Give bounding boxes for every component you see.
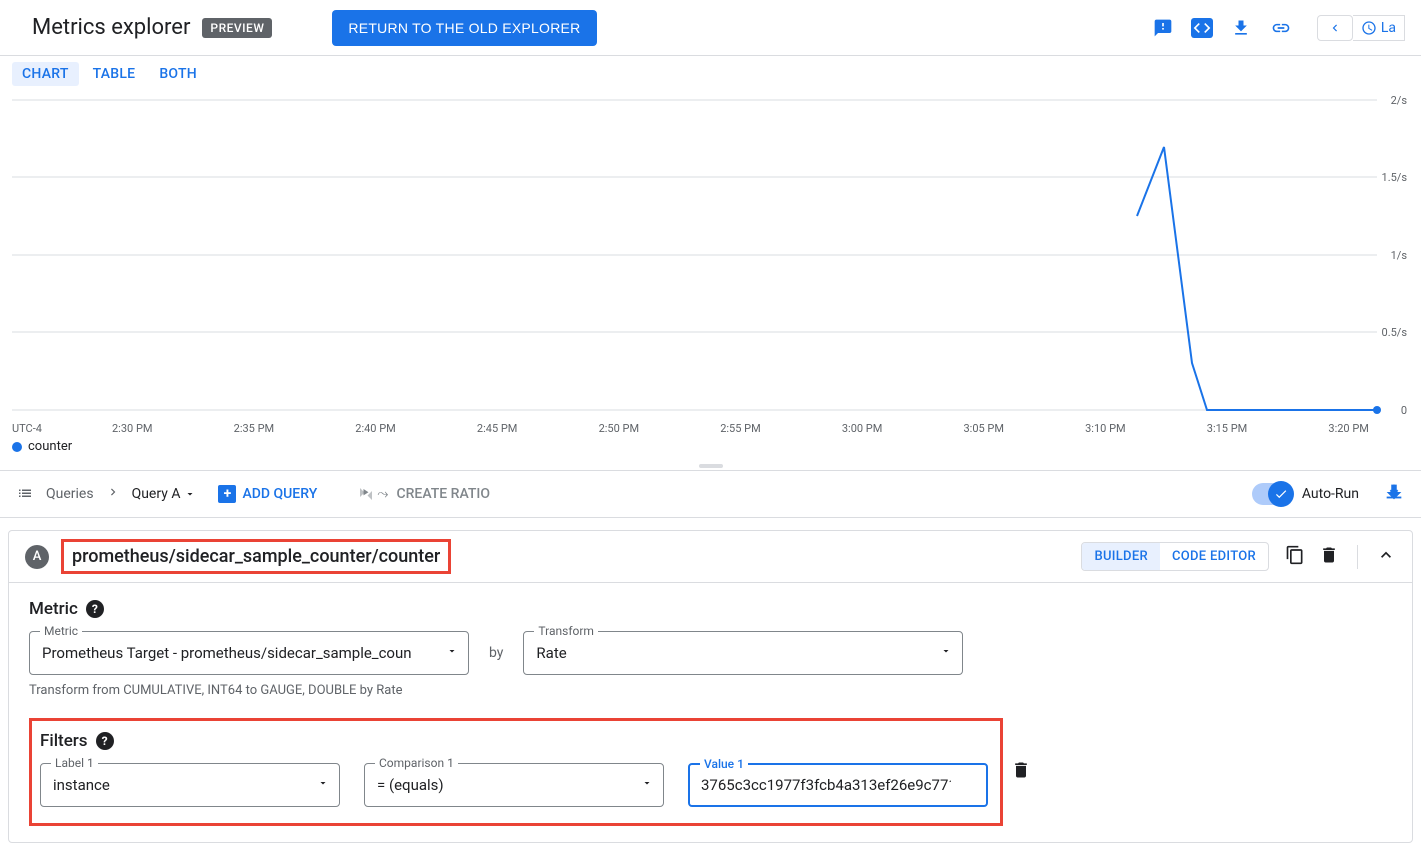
header-toolbar: La xyxy=(1151,15,1405,41)
page-title: Metrics explorer xyxy=(32,15,190,40)
dropdown-arrow-icon xyxy=(446,645,458,661)
add-query-button[interactable]: +ADD QUERY xyxy=(218,485,317,503)
metric-path: prometheus/sidecar_sample_counter/counte… xyxy=(72,546,440,567)
collapse-icon[interactable] xyxy=(1376,545,1396,569)
x-tick: 3:20 PM xyxy=(1328,422,1368,435)
y-tick-2: 1/s xyxy=(1391,249,1408,262)
x-tick: 2:50 PM xyxy=(599,422,639,435)
delete-filter-icon[interactable] xyxy=(1011,760,1031,784)
link-icon[interactable] xyxy=(1269,16,1293,40)
builder-tab[interactable]: BUILDER xyxy=(1082,543,1160,570)
query-bar: Queries Query A +ADD QUERY ⤳CREATE RATIO… xyxy=(0,470,1421,518)
metric-section-title: Metric ? xyxy=(29,599,1392,619)
dropdown-arrow-icon xyxy=(641,777,653,793)
x-tick: 2:40 PM xyxy=(355,422,395,435)
metric-path-highlight: prometheus/sidecar_sample_counter/counte… xyxy=(61,539,451,574)
filter-comparison-select[interactable]: Comparison 1 = (equals) xyxy=(364,763,664,807)
tab-table[interactable]: TABLE xyxy=(83,62,146,86)
chart: 0 0.5/s 1/s 1.5/s 2/s xyxy=(0,92,1421,422)
tab-chart[interactable]: CHART xyxy=(12,62,79,86)
filter-label-select[interactable]: Label 1 instance xyxy=(40,763,340,807)
run-icon[interactable] xyxy=(1383,481,1405,507)
time-range-button[interactable]: La xyxy=(1353,15,1405,41)
x-tick: 2:55 PM xyxy=(720,422,760,435)
x-tick: 2:30 PM xyxy=(112,422,152,435)
metric-select[interactable]: Metric Prometheus Target - prometheus/si… xyxy=(29,631,469,675)
x-tick: 2:35 PM xyxy=(234,422,274,435)
y-tick-0: 0 xyxy=(1401,404,1407,417)
query-panel: A prometheus/sidecar_sample_counter/coun… xyxy=(8,530,1413,843)
series-counter xyxy=(1137,147,1377,410)
query-badge-a: A xyxy=(25,545,49,569)
dropdown-arrow-icon xyxy=(317,777,329,793)
panel-header: A prometheus/sidecar_sample_counter/coun… xyxy=(9,531,1412,583)
chevron-right-icon xyxy=(106,485,120,503)
y-tick-1: 0.5/s xyxy=(1382,326,1408,339)
transform-description: Transform from CUMULATIVE, INT64 to GAUG… xyxy=(29,683,1392,698)
prev-time-button[interactable] xyxy=(1317,15,1353,41)
copy-icon[interactable] xyxy=(1285,545,1305,569)
delete-icon[interactable] xyxy=(1319,545,1339,569)
return-old-explorer-button[interactable]: RETURN TO THE OLD EXPLORER xyxy=(332,10,596,46)
by-label: by xyxy=(489,645,503,661)
x-tick: 3:15 PM xyxy=(1207,422,1247,435)
help-icon[interactable]: ? xyxy=(96,732,114,750)
autorun-toggle[interactable] xyxy=(1252,483,1292,505)
autorun-label: Auto-Run xyxy=(1302,486,1359,502)
download-icon[interactable] xyxy=(1229,16,1253,40)
code-editor-tab[interactable]: CODE EDITOR xyxy=(1160,543,1268,570)
y-tick-3: 1.5/s xyxy=(1382,171,1408,184)
tab-both[interactable]: BOTH xyxy=(149,62,207,86)
legend-label: counter xyxy=(28,439,72,454)
x-tick: 2:45 PM xyxy=(477,422,517,435)
dropdown-arrow-icon xyxy=(940,645,952,661)
feedback-icon[interactable] xyxy=(1151,16,1175,40)
x-tick: 3:00 PM xyxy=(842,422,882,435)
queries-list-icon[interactable] xyxy=(16,485,34,503)
y-tick-4: 2/s xyxy=(1391,94,1408,107)
legend-dot-counter xyxy=(12,442,22,452)
query-a-dropdown[interactable]: Query A xyxy=(132,486,197,502)
queries-label: Queries xyxy=(46,486,94,502)
legend: counter xyxy=(0,435,1421,462)
x-tick: 3:10 PM xyxy=(1085,422,1125,435)
filters-highlight: Filters ? Label 1 instance Comparison 1 … xyxy=(29,718,1003,826)
transform-select[interactable]: Transform Rate xyxy=(523,631,963,675)
code-icon[interactable] xyxy=(1191,18,1213,38)
end-marker xyxy=(1373,406,1381,414)
create-ratio-button[interactable]: ⤳CREATE RATIO xyxy=(357,485,490,503)
preview-badge: PREVIEW xyxy=(202,18,272,38)
resize-handle[interactable] xyxy=(0,462,1421,470)
editor-mode-toggle: BUILDER CODE EDITOR xyxy=(1081,542,1269,571)
filters-section-title: Filters ? xyxy=(40,731,988,751)
x-tick: 3:05 PM xyxy=(963,422,1003,435)
filter-value-input[interactable]: Value 1 3765c3cc1977f3fcb4a313ef26e9c771… xyxy=(688,763,988,807)
view-tabs: CHART TABLE BOTH xyxy=(0,56,1421,92)
help-icon[interactable]: ? xyxy=(86,600,104,618)
timezone-label: UTC-4 xyxy=(12,422,112,435)
header: Metrics explorer PREVIEW RETURN TO THE O… xyxy=(0,0,1421,56)
